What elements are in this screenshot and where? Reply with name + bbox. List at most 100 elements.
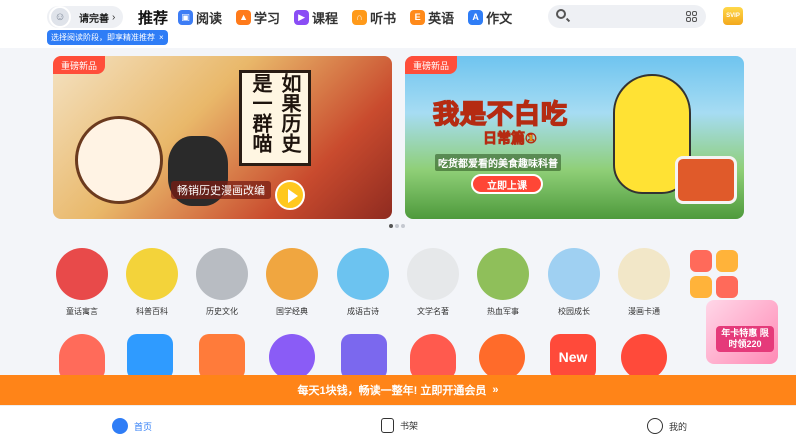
heart-icon[interactable] xyxy=(410,334,456,380)
bookshelf-icon xyxy=(381,418,394,433)
compass-icon[interactable] xyxy=(621,334,667,380)
cat-illustration xyxy=(75,116,163,204)
category-classics[interactable]: 国学经典 xyxy=(263,248,321,317)
student-icon xyxy=(548,248,600,300)
category-label: 漫画卡通 xyxy=(628,307,660,316)
banner-food-science[interactable]: 我是不白吃 日常篇① 吃货都爱看的美食趣味科普 立即上课 重磅新品 xyxy=(405,56,744,219)
tab-profile[interactable]: 我的 xyxy=(647,418,687,434)
category-label: 成语古诗 xyxy=(347,307,379,316)
header: ☺ 请完善 › 选择阅读阶段，即享精准推荐 × 推荐 ▣ 阅读 ▲ 学习 ▶ 课… xyxy=(0,0,796,48)
profile-button[interactable]: ☺ 请完善 › xyxy=(47,6,123,28)
tab-label: 听书 xyxy=(370,10,397,26)
play-icon: ▶ xyxy=(294,9,310,25)
notebook-icon[interactable] xyxy=(199,334,245,380)
category-label: 文学名著 xyxy=(417,307,449,316)
vip-icon[interactable]: SVIP xyxy=(723,7,743,25)
category-row: 童话寓言 科普百科 历史文化 国学经典 成语古诗 文学名著 热血军事 校园成长 … xyxy=(53,248,771,320)
membership-promo-bar[interactable]: 每天1块钱，畅读一整年! 立即开通会员 » xyxy=(0,375,796,405)
banner-history-cats[interactable]: 如果历史是一群喵 畅销历史漫画改编 重磅新品 xyxy=(53,56,392,219)
profile-label: 请完善 xyxy=(79,13,109,25)
banner-title: 如果历史是一群喵 xyxy=(239,70,311,166)
new-badge: 重磅新品 xyxy=(405,56,458,74)
tab-bookshelf[interactable]: 书架 xyxy=(381,418,418,433)
tip-text: 选择阅读阶段，即享精准推荐 xyxy=(51,33,155,42)
close-icon[interactable]: × xyxy=(159,33,164,42)
cat-character-icon xyxy=(196,248,248,300)
tab-home[interactable]: 首页 xyxy=(112,418,152,434)
top-nav: 推荐 ▣ 阅读 ▲ 学习 ▶ 课程 ∩ 听书 E 英语 A 作文 xyxy=(138,6,526,28)
home-icon xyxy=(112,418,128,434)
banner-subtitle: 吃货都爱看的美食趣味科普 xyxy=(435,154,561,171)
category-label: 科普百科 xyxy=(136,307,168,316)
tab-label: 学习 xyxy=(254,10,281,26)
tab-label: 课程 xyxy=(312,10,339,26)
tab-english[interactable]: E 英语 xyxy=(410,8,454,27)
start-course-button[interactable]: 立即上课 xyxy=(471,174,543,194)
category-label: 历史文化 xyxy=(206,307,238,316)
poet-character-icon xyxy=(337,248,389,300)
search-input[interactable] xyxy=(570,8,680,25)
category-science[interactable]: 科普百科 xyxy=(123,248,181,317)
chevron-right-icon: › xyxy=(112,11,116,23)
crab-icon[interactable] xyxy=(59,334,105,380)
all-categories-icon xyxy=(690,250,738,298)
banner-title: 我是不白吃 xyxy=(432,98,569,130)
category-literature[interactable]: 文学名著 xyxy=(404,248,462,317)
bottom-tab-bar: 首页 书架 我的 xyxy=(0,405,796,448)
category-school-life[interactable]: 校园成长 xyxy=(545,248,603,317)
carousel-dot[interactable] xyxy=(389,224,393,228)
tab-courses[interactable]: ▶ 课程 xyxy=(294,8,338,27)
pen-icon: A xyxy=(468,9,484,25)
feature-icon-row: New xyxy=(53,334,771,380)
banner-subtitle: 畅销历史漫画改编 xyxy=(171,181,271,199)
graduation-cap-icon[interactable] xyxy=(127,334,173,380)
tab-label: 英语 xyxy=(428,10,455,26)
search-bar[interactable] xyxy=(548,5,706,28)
play-icon[interactable] xyxy=(275,180,305,210)
tab-study[interactable]: ▲ 学习 xyxy=(236,8,280,27)
category-grid-icon[interactable] xyxy=(686,11,697,22)
new-badge: 重磅新品 xyxy=(53,56,106,74)
tab-reading[interactable]: ▣ 阅读 xyxy=(178,8,222,27)
tab-composition[interactable]: A 作文 xyxy=(468,8,512,27)
category-label: 国学经典 xyxy=(276,307,308,316)
category-label: 校园成长 xyxy=(558,307,590,316)
profile-icon xyxy=(647,418,663,434)
tab-recommend[interactable]: 推荐 xyxy=(138,7,168,28)
tab-label: 作文 xyxy=(486,10,513,26)
category-label: 热血军事 xyxy=(487,307,519,316)
graduation-cap-icon: ▲ xyxy=(236,9,252,25)
category-history[interactable]: 历史文化 xyxy=(193,248,251,317)
category-military[interactable]: 热血军事 xyxy=(474,248,532,317)
promo-text: 年卡特惠 限时领220 xyxy=(716,326,774,352)
avatar: ☺ xyxy=(49,6,71,28)
double-chevron-icon: » xyxy=(492,384,499,396)
carousel-dots xyxy=(389,224,407,228)
promo-text: 每天1块钱，畅读一整年! 立即开通会员 xyxy=(297,385,487,397)
search-icon xyxy=(556,9,566,19)
book-icon: ▣ xyxy=(178,9,194,25)
annual-card-promo[interactable]: 年卡特惠 限时领220 xyxy=(706,300,778,364)
carousel-dot[interactable] xyxy=(395,224,399,228)
new-icon[interactable]: New xyxy=(550,334,596,380)
star-icon[interactable] xyxy=(269,334,315,380)
don-quixote-icon xyxy=(407,248,459,300)
food-illustration xyxy=(675,156,737,204)
reading-stage-tip[interactable]: 选择阅读阶段，即享精准推荐 × xyxy=(47,30,168,45)
category-label: 童话寓言 xyxy=(66,307,98,316)
tab-label: 阅读 xyxy=(196,10,223,26)
category-comics[interactable]: 漫画卡通 xyxy=(615,248,673,317)
category-idioms-poems[interactable]: 成语古诗 xyxy=(334,248,392,317)
science-character-icon xyxy=(126,248,178,300)
category-fairy-tales[interactable]: 童话寓言 xyxy=(53,248,111,317)
tab-label: 书架 xyxy=(400,421,419,431)
mermaid-icon xyxy=(56,248,108,300)
comic-character-icon xyxy=(618,248,670,300)
carousel-dot[interactable] xyxy=(401,224,405,228)
tab-audiobook[interactable]: ∩ 听书 xyxy=(352,8,396,27)
soldier-icon xyxy=(477,248,529,300)
calendar-icon[interactable] xyxy=(341,334,387,380)
banner-episode: 日常篇① xyxy=(483,130,538,147)
tab-label: 首页 xyxy=(134,421,153,432)
fire-icon[interactable] xyxy=(479,334,525,380)
